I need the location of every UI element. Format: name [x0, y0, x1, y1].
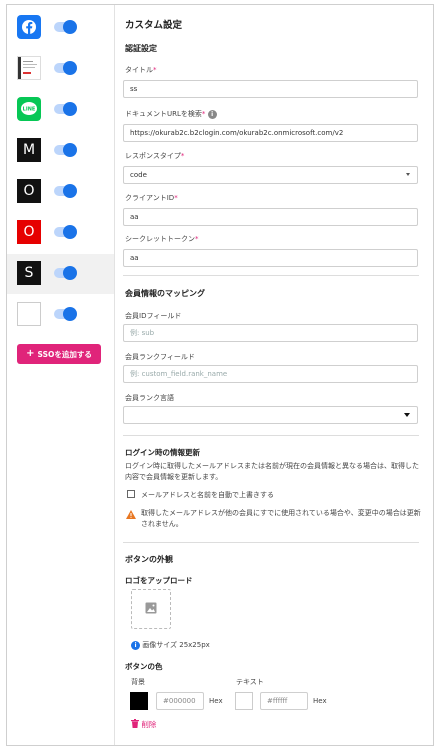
login-update-section-title: ログイン時の情報更新 — [125, 448, 200, 457]
image-size-info: i 画像サイズ 25x25px — [131, 640, 210, 650]
page-title: カスタム設定 — [125, 20, 183, 31]
sso-toggle[interactable] — [54, 266, 77, 280]
info-icon[interactable]: i — [207, 109, 217, 119]
delete-button[interactable]: 削除 — [131, 719, 156, 730]
plus-icon: + — [26, 348, 35, 359]
response-type-value: code — [130, 171, 147, 179]
warning-text: 取得したメールアドレスが他の会員にすでに使用されている場合や、変更中の場合は更新… — [141, 509, 421, 528]
o-red-icon: O — [17, 220, 41, 244]
add-sso-button[interactable]: + SSOを追加する — [17, 344, 101, 364]
sso-sidebar: LINE M O O S + SSOを追加する — [7, 5, 115, 745]
button-color-label: ボタンの色 — [125, 662, 163, 671]
rank-lang-label: 会員ランク言語 — [125, 394, 174, 402]
logo-upload-dropzone[interactable] — [131, 589, 171, 629]
blank-icon — [17, 302, 41, 326]
sso-letter: O — [23, 224, 35, 240]
delete-label: 削除 — [141, 720, 157, 729]
sso-item-o-red[interactable]: O — [7, 213, 114, 253]
divider — [123, 542, 419, 543]
text-color-swatch[interactable] — [235, 692, 253, 710]
logo-upload-label: ロゴをアップロード — [125, 576, 193, 585]
sso-toggle[interactable] — [54, 102, 77, 116]
sso-toggle[interactable] — [54, 225, 77, 239]
bg-color-label: 背景 — [131, 678, 145, 686]
title-label: タイトル* — [125, 66, 157, 74]
mapping-section-title: 会員情報のマッピング — [125, 289, 205, 298]
sso-letter: S — [24, 265, 34, 281]
client-id-label: クライアントID* — [125, 194, 178, 202]
image-icon — [145, 602, 157, 616]
response-type-select[interactable]: code — [123, 166, 418, 184]
auth-section-title: 認証設定 — [125, 44, 157, 53]
sso-toggle[interactable] — [54, 307, 77, 321]
rank-lang-select[interactable] — [123, 406, 418, 424]
member-id-input[interactable]: 例: sub — [123, 324, 418, 342]
title-input[interactable]: ss — [123, 80, 418, 98]
s-icon: S — [17, 261, 41, 285]
trash-icon — [131, 719, 139, 728]
doc-url-input[interactable]: https://okurab2c.b2clogin.com/okurab2c.o… — [123, 124, 418, 142]
rank-field-input[interactable]: 例: custom_field.rank_name — [123, 365, 418, 383]
sso-item-m[interactable]: M — [7, 131, 114, 171]
m-icon: M — [17, 138, 41, 162]
facebook-icon — [17, 15, 41, 39]
overwrite-checkbox[interactable] — [127, 490, 135, 498]
line-icon: LINE — [17, 97, 41, 121]
o-icon: O — [17, 179, 41, 203]
sso-item-facebook[interactable] — [7, 8, 114, 48]
sso-item-blank[interactable] — [7, 295, 114, 335]
divider — [123, 435, 419, 436]
member-id-label: 会員IDフィールド — [125, 312, 182, 320]
sso-toggle[interactable] — [54, 143, 77, 157]
chevron-down-icon — [406, 173, 410, 176]
divider — [123, 275, 419, 276]
login-update-description: ログイン時に取得したメールアドレスまたは名前が現在の会員情報と異なる場合は、取得… — [125, 462, 419, 481]
sso-letter: M — [22, 142, 36, 158]
sso-item-o[interactable]: O — [7, 172, 114, 212]
sso-letter: O — [23, 183, 35, 199]
button-appearance-section-title: ボタンの外観 — [125, 555, 173, 564]
chevron-down-icon — [404, 413, 410, 417]
text-hex-input[interactable]: #ffffff — [260, 692, 308, 710]
custom-settings-panel: カスタム設定 認証設定 タイトル* ss ドキュメントURLを検索* i htt… — [123, 5, 423, 745]
add-sso-label: SSOを追加する — [37, 349, 92, 359]
app-frame: LINE M O O S + SSOを追加する カスタム設定 認証設定 タイトル… — [6, 4, 434, 746]
warning-icon — [126, 510, 136, 521]
overwrite-checkbox-label[interactable]: メールアドレスと名前を自動で上書きする — [141, 490, 274, 500]
secret-label: シークレットトークン* — [125, 235, 199, 243]
sso-item-thumbnail[interactable] — [7, 49, 114, 89]
info-icon: i — [131, 640, 140, 650]
response-type-label: レスポンスタイプ* — [125, 152, 185, 160]
hex-label: Hex — [313, 697, 327, 705]
bg-hex-input[interactable]: #000000 — [156, 692, 204, 710]
hex-label: Hex — [209, 697, 223, 705]
svg-text:LINE: LINE — [23, 107, 36, 113]
bg-color-swatch[interactable] — [130, 692, 148, 710]
secret-input[interactable]: aa — [123, 249, 418, 267]
client-id-input[interactable]: aa — [123, 208, 418, 226]
sso-toggle[interactable] — [54, 20, 77, 34]
sso-toggle[interactable] — [54, 184, 77, 198]
thumbnail-icon — [17, 56, 41, 80]
rank-field-label: 会員ランクフィールド — [125, 353, 195, 361]
sso-item-line[interactable]: LINE — [7, 90, 114, 130]
sso-toggle[interactable] — [54, 61, 77, 75]
doc-url-label: ドキュメントURLを検索* i — [125, 109, 217, 119]
sso-item-s[interactable]: S — [7, 254, 114, 294]
text-color-label: テキスト — [236, 678, 264, 686]
